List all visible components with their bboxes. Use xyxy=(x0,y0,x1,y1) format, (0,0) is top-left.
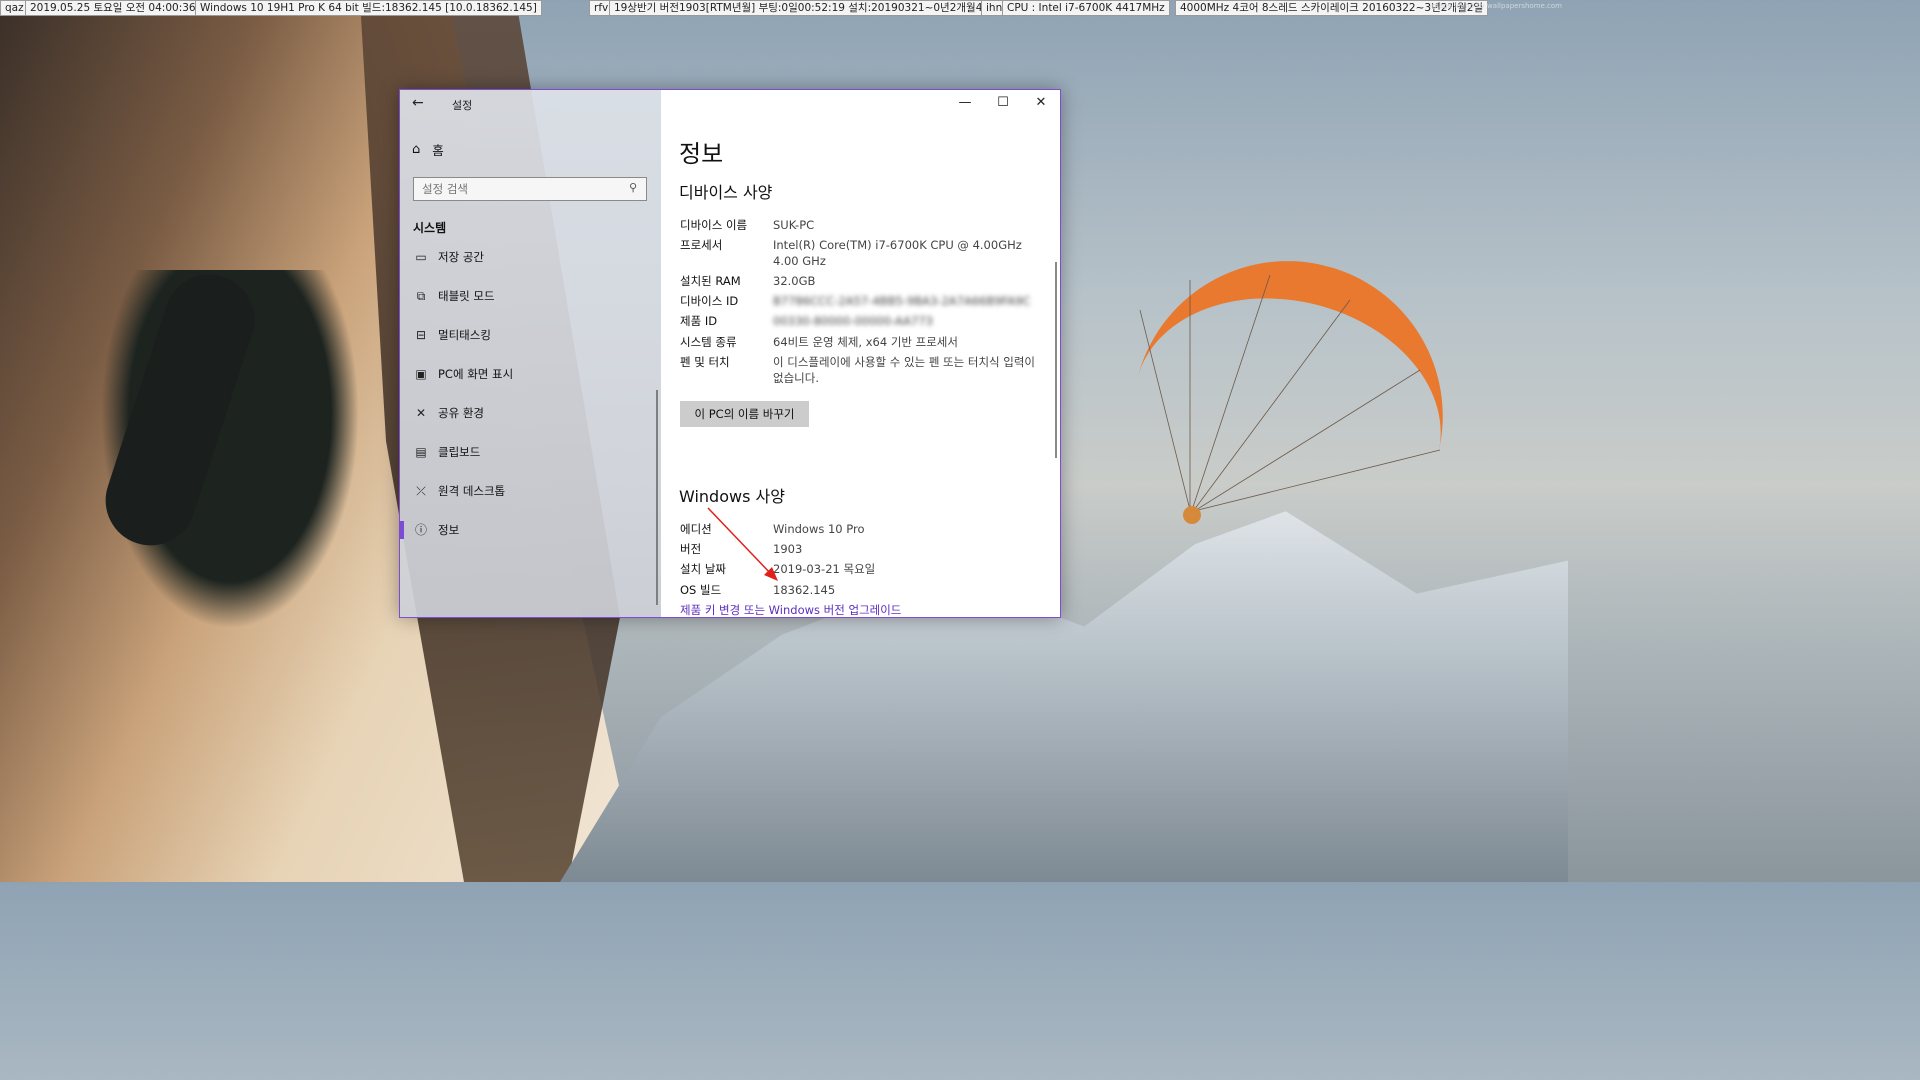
windows-specs-heading: Windows 사양 xyxy=(679,487,785,506)
sidebar-item-label: 멀티태스킹 xyxy=(438,328,491,342)
info-segment-boot: 19상반기 버전1903[RTM년월] 부팅:0일00:52:19 설치:201… xyxy=(609,0,998,16)
nav-home-label: 홈 xyxy=(432,143,444,158)
info-segment-cpu: CPU : Intel i7-6700K 4417MHz xyxy=(1002,0,1170,16)
info-icon: ⓘ xyxy=(414,523,427,537)
spec-value-redacted: 00330-80000-00000-AA773 xyxy=(773,314,933,328)
info-bar: qaz 2019.05.25 토요일 오전 04:00:36 Windows 1… xyxy=(0,0,1568,16)
sidebar-item-label: 저장 공간 xyxy=(438,250,484,264)
multitasking-icon: ⊟ xyxy=(415,328,427,342)
nav-home[interactable]: ⌂ 홈 xyxy=(412,140,444,159)
sidebar-item-tablet-mode[interactable]: ⧉ 태블릿 모드 xyxy=(400,280,661,312)
product-key-upgrade-link[interactable]: 제품 키 변경 또는 Windows 버전 업그레이드 xyxy=(680,602,901,617)
spec-value: 2019-03-21 목요일 xyxy=(773,562,876,576)
spec-key: 디바이스 이름 xyxy=(680,218,748,232)
spec-key: 설치된 RAM xyxy=(680,274,741,288)
spec-key: 프로세서 xyxy=(680,238,723,252)
storage-icon: ▭ xyxy=(415,250,427,264)
sidebar-item-storage[interactable]: ▭ 저장 공간 xyxy=(400,241,661,273)
page-title: 정보 xyxy=(679,140,724,168)
title-bar: ← 설정 xyxy=(400,90,661,116)
content-scrollbar[interactable] xyxy=(1055,262,1057,458)
remote-desktop-icon: ⤫ xyxy=(416,484,426,498)
sidebar-item-label: 클립보드 xyxy=(438,445,481,459)
info-segment-os: Windows 10 19H1 Pro K 64 bit 빌드:18362.14… xyxy=(195,0,542,16)
annotation-arrow-icon xyxy=(707,507,778,581)
spec-key: 시스템 종류 xyxy=(680,335,737,349)
spec-key: 제품 ID xyxy=(680,314,718,328)
spec-key: 펜 및 터치 xyxy=(680,355,730,369)
maximize-button[interactable]: ☐ xyxy=(984,90,1022,116)
tablet-icon: ⧉ xyxy=(416,289,426,303)
home-icon: ⌂ xyxy=(412,142,421,157)
sidebar-item-label: 공유 환경 xyxy=(438,406,484,420)
sidebar-item-remote-desktop[interactable]: ⤫ 원격 데스크톱 xyxy=(400,475,661,507)
back-arrow-icon[interactable]: ← xyxy=(412,95,424,111)
close-button[interactable]: ✕ xyxy=(1022,90,1060,116)
search-icon: ⚲ xyxy=(629,181,638,194)
rename-pc-button[interactable]: 이 PC의 이름 바꾸기 xyxy=(680,401,809,427)
wallpaper-credit: Image found by wallpapershome.com xyxy=(1429,2,1562,10)
sidebar-item-clipboard[interactable]: ▤ 클립보드 xyxy=(400,436,661,468)
settings-sidebar: ← 설정 ⌂ 홈 ⚲ 시스템 ▭ 저장 공간 ⧉ 태블릿 모드 ⊟ 멀티태스킹 … xyxy=(400,90,661,617)
spec-value: 64비트 운영 체제, x64 기반 프로세서 xyxy=(773,335,958,349)
project-icon: ▣ xyxy=(415,367,427,381)
sidebar-item-multitasking[interactable]: ⊟ 멀티태스킹 xyxy=(400,319,661,351)
spec-key: 디바이스 ID xyxy=(680,294,739,308)
sidebar-item-about[interactable]: ⓘ 정보 xyxy=(400,514,661,546)
spec-value: Windows 10 Pro xyxy=(773,522,865,536)
spec-value: 32.0GB xyxy=(773,274,816,288)
sidebar-item-project[interactable]: ▣ PC에 화면 표시 xyxy=(400,358,661,390)
sidebar-scrollbar[interactable] xyxy=(656,390,658,605)
window-title: 설정 xyxy=(452,99,473,112)
spec-value: 1903 xyxy=(773,542,803,556)
sidebar-item-label: 태블릿 모드 xyxy=(438,289,495,303)
sidebar-item-label: 원격 데스크톱 xyxy=(438,484,506,498)
device-specs-heading: 디바이스 사양 xyxy=(679,183,773,202)
minimize-button[interactable]: — xyxy=(946,90,984,116)
spec-value: 이 디스플레이에 사용할 수 있는 펜 또는 터치식 입력이 없습니다. xyxy=(773,355,1036,385)
spec-value: 18362.145 xyxy=(773,583,836,597)
spec-value-redacted: B7786CCC-2A57-4BB5-9BA3-2A7A66B9FA9C xyxy=(773,294,1031,308)
spec-value: SUK-PC xyxy=(773,218,815,232)
share-icon: ✕ xyxy=(415,406,427,420)
sidebar-item-label: 정보 xyxy=(438,523,460,537)
section-heading-system: 시스템 xyxy=(413,221,447,235)
sidebar-item-share[interactable]: ✕ 공유 환경 xyxy=(400,397,661,429)
info-segment-datetime: 2019.05.25 토요일 오전 04:00:36 xyxy=(25,0,201,16)
spec-key: 버전 xyxy=(680,542,702,556)
clipboard-icon: ▤ xyxy=(415,445,427,459)
wallpaper-paraglider-lines xyxy=(1139,274,1441,524)
spec-value: Intel(R) Core(TM) i7-6700K CPU @ 4.00GHz… xyxy=(773,238,1022,268)
settings-search-input[interactable] xyxy=(413,177,647,201)
sidebar-item-label: PC에 화면 표시 xyxy=(438,367,514,381)
